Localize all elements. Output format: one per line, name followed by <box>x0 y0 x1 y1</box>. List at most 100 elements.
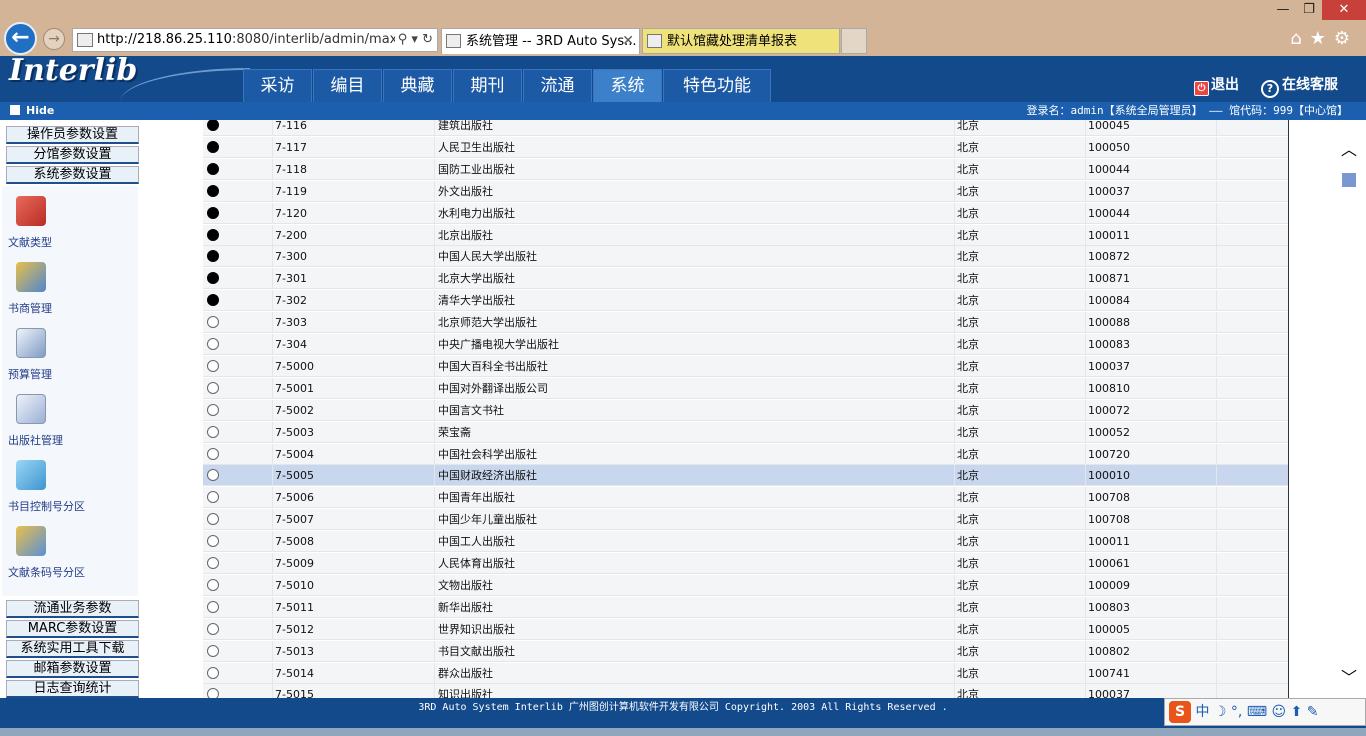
table-row[interactable]: 7-118 国防工业出版社 北京 100044 <box>203 158 1289 180</box>
table-row[interactable]: 7-5015 知识出版社 北京 100037 <box>203 684 1289 698</box>
row-radio[interactable] <box>207 403 219 416</box>
nav-tab-system[interactable]: 系统 <box>593 69 662 102</box>
sidebar-btn-branch-params[interactable]: 分馆参数设置 <box>6 146 139 164</box>
table-row[interactable]: 7-5014 群众出版社 北京 100741 <box>203 662 1289 684</box>
table-row[interactable]: 7-116 建筑出版社 北京 100045 <box>203 120 1289 136</box>
back-button[interactable]: ← <box>4 22 37 55</box>
table-row[interactable]: 7-5003 荣宝斋 北京 100052 <box>203 421 1289 443</box>
row-radio[interactable] <box>207 206 219 219</box>
sidebar-item-barcode-partition[interactable]: 文献条码号分区 <box>6 526 136 590</box>
sidebar-btn-marc-params[interactable]: MARC参数设置 <box>6 620 139 638</box>
table-row[interactable]: 7-5005 中国财政经济出版社 北京 100010 <box>203 465 1289 487</box>
close-tab-icon[interactable]: ✕ <box>622 29 634 54</box>
sidebar-btn-circulation-params[interactable]: 流通业务参数 <box>6 600 139 618</box>
table-row[interactable]: 7-200 北京出版社 北京 100011 <box>203 224 1289 246</box>
nav-tab-circulation[interactable]: 流通 <box>523 69 592 102</box>
nav-tab-acquisition[interactable]: 采访 <box>243 69 312 102</box>
table-row[interactable]: 7-120 水利电力出版社 北京 100044 <box>203 202 1289 224</box>
table-row[interactable]: 7-5002 中国言文书社 北京 100072 <box>203 399 1289 421</box>
nav-tab-periodicals[interactable]: 期刊 <box>453 69 522 102</box>
row-radio[interactable] <box>207 184 219 197</box>
close-icon[interactable]: ✕ <box>1322 0 1366 20</box>
table-row[interactable]: 7-304 中央广播电视大学出版社 北京 100083 <box>203 334 1289 355</box>
row-radio[interactable] <box>207 294 219 307</box>
tools-icon[interactable]: ✎ <box>1307 704 1319 720</box>
ime-toolbar[interactable]: S 中 ☽ °, ⌨ ☺ ⬆ ✎ <box>1164 698 1366 726</box>
table-row[interactable]: 7-301 北京大学出版社 北京 100871 <box>203 268 1289 290</box>
search-icon[interactable]: ⚲ <box>398 32 408 47</box>
forward-button[interactable]: → <box>43 28 65 50</box>
row-radio[interactable] <box>207 491 219 504</box>
scroll-up-icon[interactable]: ︿ <box>1341 136 1357 160</box>
sidebar-btn-mail-params[interactable]: 邮箱参数设置 <box>6 660 139 678</box>
keyboard-icon[interactable]: ⌨ <box>1247 704 1267 720</box>
table-row[interactable]: 7-5009 人民体育出版社 北京 100061 <box>203 553 1289 574</box>
row-radio[interactable] <box>207 622 219 635</box>
row-radio[interactable] <box>207 644 219 657</box>
row-radio[interactable] <box>207 338 219 350</box>
table-row[interactable]: 7-5008 中国工人出版社 北京 100011 <box>203 531 1289 553</box>
row-radio[interactable] <box>207 120 219 131</box>
table-row[interactable]: 7-303 北京师范大学出版社 北京 100088 <box>203 312 1289 334</box>
table-row[interactable]: 7-5011 新华出版社 北京 100803 <box>203 596 1289 618</box>
ime-mode[interactable]: 中 <box>1195 704 1209 720</box>
sidebar-btn-tools-download[interactable]: 系统实用工具下载 <box>6 640 139 658</box>
row-radio[interactable] <box>207 535 219 548</box>
restore-icon[interactable]: ❐ <box>1296 0 1322 20</box>
table-row[interactable]: 7-117 人民卫生出版社 北京 100050 <box>203 136 1289 158</box>
row-radio[interactable] <box>207 425 219 438</box>
exit-button[interactable]: ⏻ 退出 <box>1194 74 1239 96</box>
row-radio[interactable] <box>207 469 219 482</box>
browser-tab-report[interactable]: 默认馆藏处理清单报表 <box>642 28 840 54</box>
row-radio[interactable] <box>207 162 219 175</box>
table-row[interactable]: 7-5001 中国对外翻译出版公司 北京 100810 <box>203 377 1289 399</box>
table-row[interactable]: 7-5000 中国大百科全书出版社 北京 100037 <box>203 355 1289 377</box>
row-radio[interactable] <box>207 578 219 591</box>
table-row[interactable]: 7-5012 世界知识出版社 北京 100005 <box>203 618 1289 640</box>
row-radio[interactable] <box>207 447 219 460</box>
hide-checkbox[interactable] <box>10 105 20 115</box>
row-radio[interactable] <box>207 250 219 263</box>
row-radio[interactable] <box>207 513 219 526</box>
table-row[interactable]: 7-300 中国人民大学出版社 北京 100872 <box>203 246 1289 268</box>
sidebar-item-document-type[interactable]: 文献类型 <box>6 196 136 260</box>
moon-icon[interactable]: ☽ <box>1214 704 1227 720</box>
new-tab-button[interactable] <box>841 28 867 54</box>
row-radio[interactable] <box>207 140 219 153</box>
sidebar-item-catalog-partition[interactable]: 书目控制号分区 <box>6 460 136 524</box>
skin-icon[interactable]: ⬆ <box>1291 704 1303 720</box>
table-row[interactable]: 7-302 清华大学出版社 北京 100084 <box>203 290 1289 312</box>
browser-tab-system[interactable]: 系统管理 -- 3RD Auto Sys... ✕ <box>441 28 640 54</box>
sidebar-btn-operator-params[interactable]: 操作员参数设置 <box>6 126 139 144</box>
sidebar-btn-system-params[interactable]: 系统参数设置 <box>6 166 139 184</box>
home-icon[interactable]: ⌂ <box>1290 28 1309 49</box>
row-radio[interactable] <box>207 359 219 372</box>
table-row[interactable]: 7-5006 中国青年出版社 北京 100708 <box>203 487 1289 509</box>
row-radio[interactable] <box>207 600 219 613</box>
sidebar-item-bookseller[interactable]: 书商管理 <box>6 262 136 326</box>
address-bar[interactable]: http://218.86.25.110:8080/interlib/admin… <box>72 28 438 52</box>
minimize-icon[interactable]: — <box>1270 0 1296 20</box>
row-radio[interactable] <box>207 316 219 329</box>
hide-toggle[interactable]: Hide <box>10 102 54 120</box>
refresh-icon[interactable]: ↻ <box>422 32 433 47</box>
table-row[interactable]: 7-5010 文物出版社 北京 100009 <box>203 574 1289 596</box>
online-service-button[interactable]: ? 在线客服 <box>1261 74 1338 98</box>
row-radio[interactable] <box>207 228 219 241</box>
address-controls[interactable]: ⚲ ▾ ↻ <box>394 29 433 51</box>
scroll-thumb[interactable] <box>1342 173 1356 187</box>
row-radio[interactable] <box>207 666 219 679</box>
row-radio[interactable] <box>207 688 219 698</box>
sidebar-item-budget[interactable]: 预算管理 <box>6 328 136 392</box>
user-icon[interactable]: ☺ <box>1272 704 1287 720</box>
sidebar-btn-log-stats[interactable]: 日志查询统计 <box>6 680 139 698</box>
table-row[interactable]: 7-119 外文出版社 北京 100037 <box>203 180 1289 202</box>
nav-tab-special[interactable]: 特色功能 <box>663 69 771 102</box>
nav-tab-collection[interactable]: 典藏 <box>383 69 452 102</box>
punctuation-icon[interactable]: °, <box>1231 704 1242 720</box>
table-row[interactable]: 7-5007 中国少年儿童出版社 北京 100708 <box>203 509 1289 531</box>
row-radio[interactable] <box>207 272 219 285</box>
sidebar-item-publisher[interactable]: 出版社管理 <box>6 394 136 458</box>
row-radio[interactable] <box>207 557 219 569</box>
table-row[interactable]: 7-5004 中国社会科学出版社 北京 100720 <box>203 443 1289 465</box>
